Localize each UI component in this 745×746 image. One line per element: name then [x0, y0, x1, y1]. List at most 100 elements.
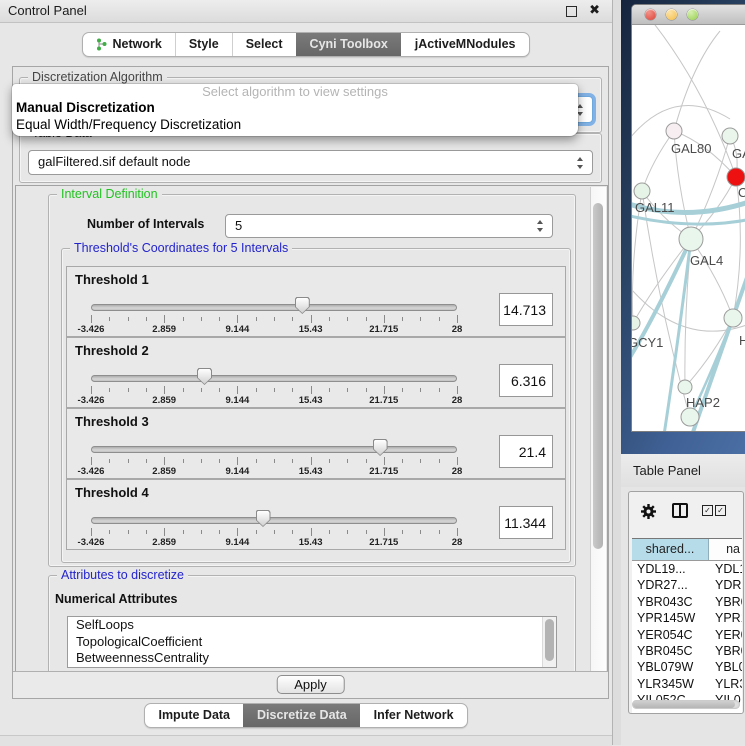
threshold-value-input[interactable] [499, 435, 553, 468]
table-row[interactable]: YPR145WYPR1 [632, 610, 742, 626]
slider-thumb[interactable] [373, 439, 388, 456]
tab-select[interactable]: Select [232, 33, 296, 56]
zoom-traffic-light-icon[interactable] [687, 9, 698, 20]
attributes-list-scrollbar[interactable] [542, 617, 556, 667]
slider-tick-labels: -3.4262.8599.14415.4321.71528 [91, 395, 457, 405]
table-cell[interactable]: YDL19... [632, 561, 709, 577]
cyni-toolbox-content: Discretization Algorithm Table Data galF… [12, 66, 609, 699]
tab-style[interactable]: Style [175, 33, 232, 56]
network-node-gal4[interactable] [679, 227, 703, 251]
network-node-gal11[interactable] [634, 183, 650, 199]
table-cell[interactable]: YBL079W [632, 659, 709, 675]
panel-divider[interactable] [613, 0, 621, 745]
bottom-tab-impute-data[interactable]: Impute Data [145, 704, 243, 727]
table-cell[interactable]: YBR0 [709, 594, 742, 610]
network-view-window[interactable]: GAL80GACGAL11GAL4GCY1HHAP2 [631, 4, 745, 432]
minimize-traffic-light-icon[interactable] [666, 9, 677, 20]
node-label-h: H [739, 333, 745, 348]
table-data-combobox[interactable]: galFiltered.sif default node [28, 150, 593, 175]
table-cell[interactable]: YBL0 [709, 659, 742, 675]
table-cell[interactable]: YDR2 [709, 577, 742, 593]
table-cell[interactable]: YLR3 [709, 676, 742, 692]
network-node-gal80[interactable] [666, 123, 682, 139]
close-traffic-light-icon[interactable] [645, 9, 656, 20]
table-cell[interactable]: YER054C [632, 627, 709, 643]
slider-track[interactable] [91, 446, 457, 453]
scrollbar-thumb[interactable] [593, 203, 603, 549]
split-columns-icon[interactable] [672, 503, 688, 518]
network-edge[interactable] [632, 106, 730, 144]
table-cell[interactable]: YBR0 [709, 643, 742, 659]
network-edge[interactable] [642, 131, 674, 191]
discretization-group-title: Discretization Algorithm [28, 70, 167, 85]
network-node-selected-red[interactable] [727, 168, 745, 186]
tab-network[interactable]: Network [83, 33, 174, 56]
numerical-attributes-list[interactable]: SelfLoopsTopologicalCoefficientBetweenne… [67, 616, 557, 668]
table-settings-gear-icon[interactable] [640, 503, 657, 520]
table-cell[interactable]: YPR1 [709, 610, 742, 626]
bottom-tab-discretize-data[interactable]: Discretize Data [243, 704, 360, 727]
slider-track[interactable] [91, 304, 457, 311]
network-node-node-bottom[interactable] [681, 408, 699, 426]
bottom-tab-infer-network[interactable]: Infer Network [360, 704, 467, 727]
table-row[interactable]: YER054CYER0 [632, 627, 742, 643]
table-cell[interactable]: YLR345W [632, 676, 709, 692]
close-icon[interactable]: ✖ [589, 2, 600, 18]
column-header-shared-[interactable]: shared... [632, 539, 709, 560]
table-cell[interactable]: YER0 [709, 627, 742, 643]
dropdown-prompt: Select algorithm to view settings [12, 84, 578, 100]
network-canvas[interactable]: GAL80GACGAL11GAL4GCY1HHAP2 [632, 25, 745, 431]
table-cell[interactable]: YBR045C [632, 643, 709, 659]
select-all-checkbox-icon[interactable]: ✓ [715, 505, 726, 516]
network-window-titlebar[interactable] [632, 5, 745, 25]
table-row[interactable]: YBR043CYBR0 [632, 594, 742, 610]
table-row[interactable]: YLR345WYLR3 [632, 676, 742, 692]
tab-jactivemnodules[interactable]: jActiveMNodules [401, 33, 529, 56]
network-node-hap2[interactable] [678, 380, 692, 394]
table-row[interactable]: YDL19...YDL1 [632, 561, 742, 577]
table-cell[interactable]: YDR27... [632, 577, 709, 593]
slider-thumb[interactable] [256, 510, 271, 527]
dropdown-option-manual-discretization[interactable]: Manual Discretization [12, 100, 578, 117]
tick-label: 15.43 [299, 324, 323, 335]
tick-label: 9.144 [226, 324, 250, 335]
tick-label: 21.715 [369, 466, 398, 477]
threshold-value-input[interactable] [499, 364, 553, 397]
table-row[interactable]: YBL079WYBL0 [632, 659, 742, 675]
threshold-value-input[interactable] [499, 293, 553, 326]
scrollbar-thumb[interactable] [633, 701, 735, 708]
attribute-item-selfloops[interactable]: SelfLoops [68, 617, 556, 634]
threshold-value-input[interactable] [499, 506, 553, 539]
select-columns-checkbox-icon[interactable]: ✓ [702, 505, 713, 516]
table-cell[interactable]: YDL1 [709, 561, 742, 577]
control-panel: Control Panel ✖ NetworkStyleSelectCyni T… [0, 0, 613, 745]
slider-thumb[interactable] [295, 297, 310, 314]
table-row[interactable]: YBR045CYBR0 [632, 643, 742, 659]
network-graph[interactable]: GAL80GACGAL11GAL4GCY1HHAP2 [632, 25, 745, 431]
network-node-gcy1[interactable] [632, 316, 640, 330]
slider-track[interactable] [91, 375, 457, 382]
network-edge[interactable] [691, 239, 733, 318]
number-of-intervals-combobox[interactable]: 5 [225, 214, 553, 238]
float-icon[interactable] [566, 6, 577, 17]
network-node-node-right[interactable] [724, 309, 742, 327]
dropdown-option-equal-width-frequency-discretization[interactable]: Equal Width/Frequency Discretization [12, 117, 578, 134]
table-cell[interactable]: YBR043C [632, 594, 709, 610]
network-node-node-top-right[interactable] [722, 128, 738, 144]
table-horizontal-scrollbar[interactable] [632, 700, 740, 709]
interval-definition-title: Interval Definition [57, 187, 162, 202]
table-cell[interactable]: YPR145W [632, 610, 709, 626]
table-row[interactable]: YDR27...YDR2 [632, 577, 742, 593]
tab-cyni-toolbox[interactable]: Cyni Toolbox [296, 33, 401, 56]
column-header-na[interactable]: na [709, 539, 742, 560]
network-edge[interactable] [632, 215, 745, 224]
settings-vertical-scrollbar[interactable] [590, 187, 606, 671]
network-edge[interactable] [674, 31, 720, 131]
scrollbar-thumb[interactable] [545, 619, 554, 661]
apply-button[interactable]: Apply [276, 675, 345, 694]
tick-label: 9.144 [226, 537, 250, 548]
attribute-item-betweennesscentrality[interactable]: BetweennessCentrality [68, 650, 556, 667]
attribute-item-topologicalcoefficient[interactable]: TopologicalCoefficient [68, 634, 556, 651]
slider-track[interactable] [91, 517, 457, 524]
slider-thumb[interactable] [197, 368, 212, 385]
